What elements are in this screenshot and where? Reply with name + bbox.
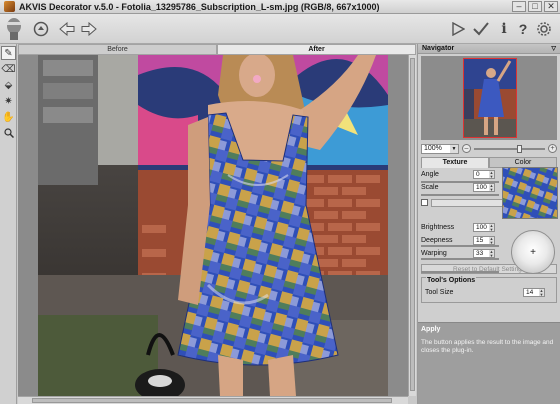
toolbox-icon[interactable] — [32, 20, 50, 38]
tool-size-label: Tool Size — [425, 289, 454, 296]
warping-label: Warping — [421, 250, 447, 257]
minimize-button[interactable]: – — [512, 1, 526, 12]
run-icon[interactable] — [449, 20, 467, 38]
window-title: AKVIS Decorator v.5.0 - Fotolia_13295786… — [19, 1, 380, 12]
tab-after[interactable]: After — [217, 44, 416, 55]
navigator-title: Navigator — [422, 45, 455, 52]
texture-swatch[interactable] — [502, 167, 558, 219]
angle-field[interactable]: 0 ▲ ▼ — [473, 170, 495, 179]
horizontal-scroll-thumb[interactable] — [32, 398, 392, 403]
warping-spinner[interactable]: ▲ ▼ — [489, 250, 494, 257]
chevron-down-icon: ▼ — [450, 144, 458, 153]
zoom-value: 100% — [424, 144, 442, 152]
app-logo-icon — [4, 1, 15, 12]
close-button[interactable]: ✕ — [544, 1, 558, 12]
angle-value: 0 — [476, 171, 480, 178]
selection-brush-icon[interactable]: ✎ — [1, 46, 16, 60]
tab-before[interactable]: Before — [18, 44, 217, 55]
brightness-spinner[interactable]: ▲ ▼ — [489, 224, 494, 231]
bucket-icon[interactable]: ⬙ — [1, 78, 16, 92]
hint-title: Apply — [421, 326, 441, 333]
view-tabs: Before After — [18, 44, 416, 55]
toolbar: i ? — [0, 14, 560, 44]
tool-column: ✎ ⌫ ⬙ ✷ ✋ — [0, 44, 17, 404]
tab-texture[interactable]: Texture — [421, 157, 489, 168]
brightness-field[interactable]: 100 ▲ ▼ — [473, 223, 495, 232]
tools-options-group: Tool's Options Tool Size 14 ▲ ▼ — [421, 277, 557, 303]
brightness-value: 100 — [476, 224, 487, 231]
tool-size-field[interactable]: 14 ▲ ▼ — [523, 288, 545, 297]
settings-panel: Navigator ▽ 100% ▼ – + Texture Color Ang… — [417, 44, 560, 404]
zoom-out-button[interactable]: – — [462, 144, 471, 153]
zoom-slider[interactable] — [474, 144, 545, 153]
tool-size-spinner[interactable]: ▲ ▼ — [539, 289, 544, 296]
hint-text: The button applies the result to the ima… — [421, 339, 554, 354]
forward-arrow-icon[interactable] — [80, 20, 98, 38]
info-icon[interactable]: i — [495, 20, 513, 38]
hand-icon[interactable]: ✋ — [1, 110, 16, 124]
texture-checkbox[interactable] — [421, 199, 428, 206]
deepness-value: 15 — [476, 237, 484, 244]
collapse-icon[interactable]: ▽ — [551, 44, 556, 54]
akvis-logo-icon — [2, 16, 26, 42]
scale-label: Scale — [421, 184, 439, 191]
window-controls: – □ ✕ — [512, 1, 558, 12]
tool-size-row: Tool Size 14 ▲ ▼ — [422, 286, 556, 299]
vertical-scroll-thumb[interactable] — [410, 58, 415, 391]
angle-spinner[interactable]: ▲ ▼ — [489, 171, 494, 178]
photo-image — [38, 55, 388, 396]
image-canvas[interactable] — [18, 55, 416, 396]
eraser-icon[interactable]: ⌫ — [1, 62, 16, 76]
deepness-field[interactable]: 15 ▲ ▼ — [473, 236, 495, 245]
scale-field[interactable]: 100 ▲ ▼ — [473, 183, 495, 192]
zoom-select[interactable]: 100% ▼ — [421, 143, 459, 154]
vertical-scrollbar[interactable] — [408, 55, 416, 396]
tools-options-title: Tool's Options — [426, 277, 477, 284]
texture-name-field[interactable] — [431, 198, 503, 207]
deepness-label: Deepness — [421, 237, 453, 244]
title-bar: AKVIS Decorator v.5.0 - Fotolia_13295786… — [0, 0, 560, 14]
angle-label: Angle — [421, 171, 439, 178]
scale-value: 100 — [476, 184, 487, 191]
navigator-header: Navigator ▽ — [418, 44, 560, 54]
zoom-icon[interactable] — [1, 126, 16, 140]
warping-value: 33 — [476, 250, 484, 257]
back-arrow-icon[interactable] — [58, 20, 76, 38]
horizontal-scrollbar[interactable] — [18, 396, 408, 404]
hint-panel: Apply The button applies the result to t… — [418, 322, 560, 404]
help-icon[interactable]: ? — [514, 20, 532, 38]
scale-spinner[interactable]: ▲ ▼ — [489, 184, 494, 191]
brightness-label: Brightness — [421, 224, 455, 231]
magic-icon[interactable]: ✷ — [1, 94, 16, 108]
zoom-row: 100% ▼ – + — [418, 142, 560, 155]
light-direction-control[interactable]: + — [511, 230, 555, 274]
navigator-preview[interactable] — [421, 56, 557, 140]
maximize-button[interactable]: □ — [528, 1, 542, 12]
zoom-slider-knob[interactable] — [516, 144, 522, 153]
warping-slider[interactable] — [421, 271, 499, 273]
zoom-in-button[interactable]: + — [548, 144, 557, 153]
deepness-spinner[interactable]: ▲ ▼ — [489, 237, 494, 244]
navigator-thumbnail[interactable] — [463, 58, 517, 138]
apply-icon[interactable] — [472, 20, 490, 38]
warping-field[interactable]: 33 ▲ ▼ — [473, 249, 495, 258]
settings-icon[interactable] — [535, 20, 553, 38]
tool-size-value: 14 — [526, 289, 534, 296]
